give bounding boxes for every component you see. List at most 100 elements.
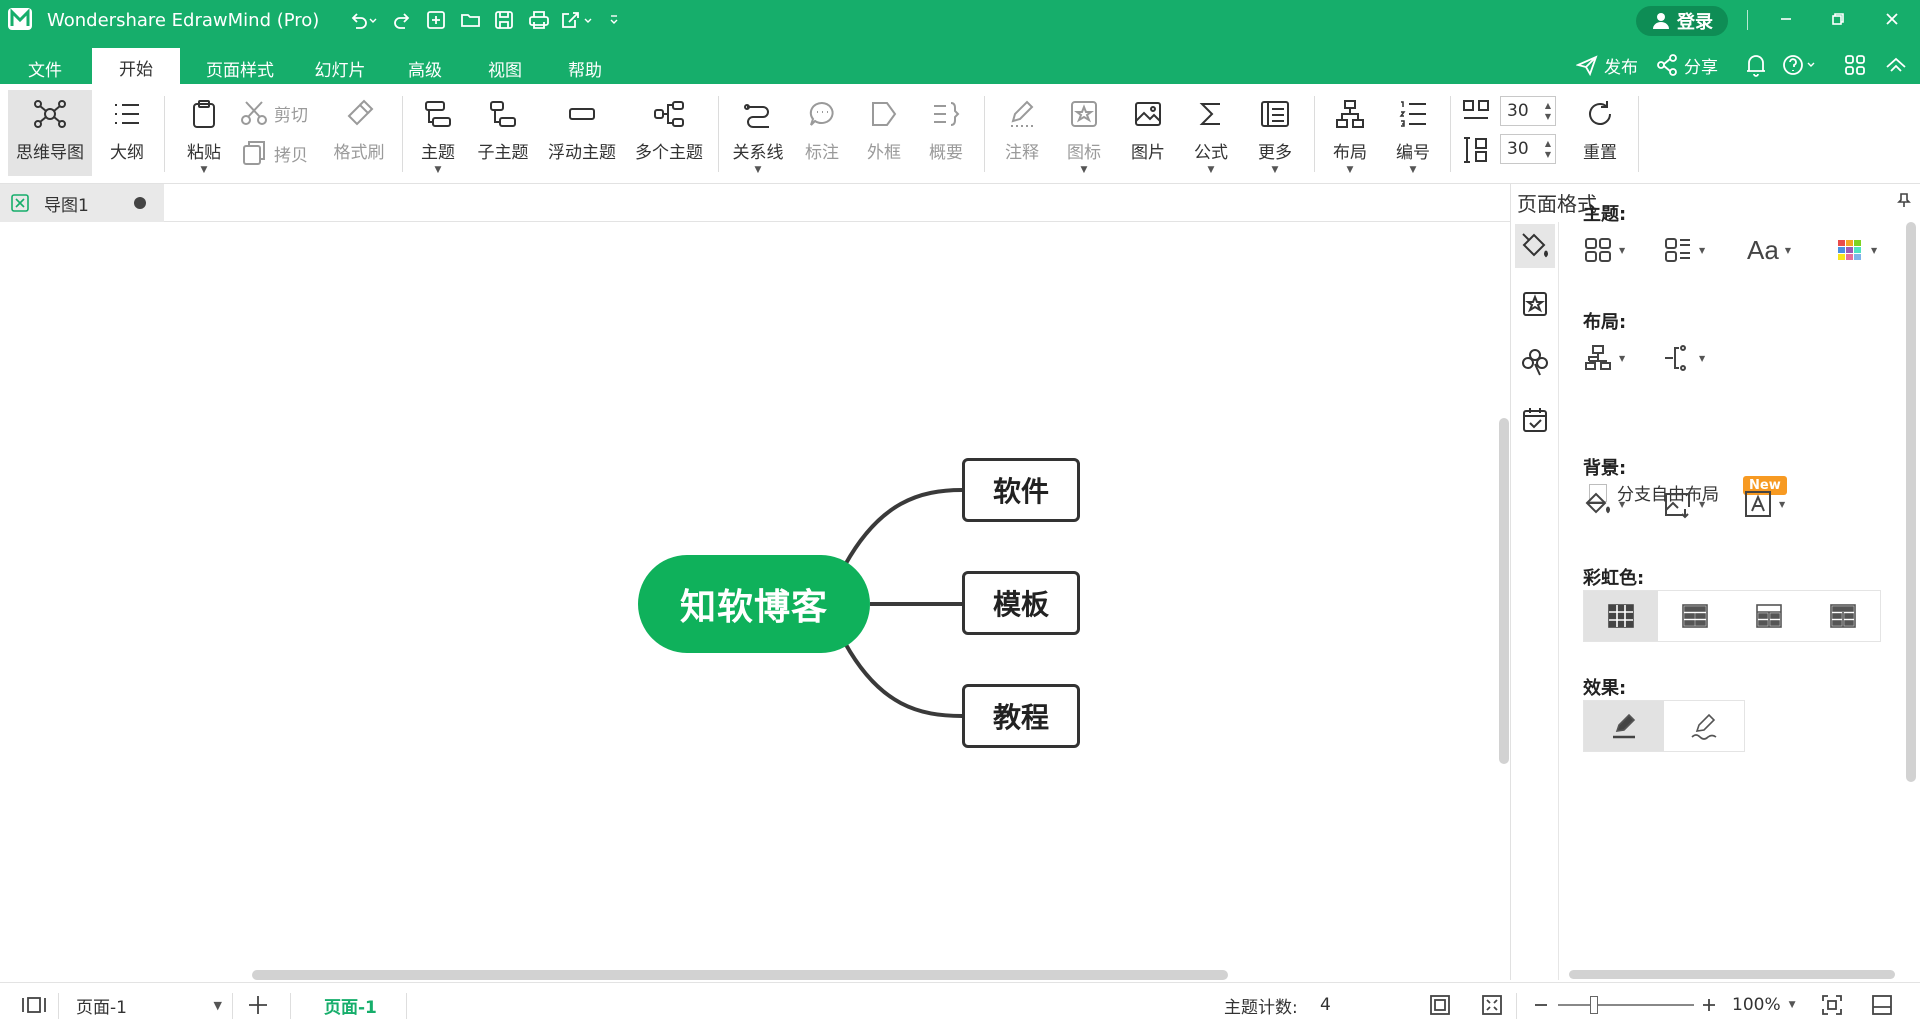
callout-button[interactable]: 标注 [796, 90, 848, 176]
theme-palette-dropdown[interactable]: ▼ [1835, 230, 1877, 270]
tab-view[interactable]: 视图 [470, 50, 540, 84]
document-tab[interactable]: 导图1 [0, 184, 164, 222]
cut-button[interactable]: 剪切 [240, 98, 308, 128]
zoom-in-button[interactable] [1700, 983, 1718, 1027]
print-button[interactable] [526, 9, 552, 31]
login-button[interactable]: 登录 [1636, 6, 1728, 36]
background-fill-dropdown[interactable]: ▼ [1583, 484, 1625, 524]
formula-button[interactable]: 公式 ▼ [1184, 90, 1238, 176]
close-button[interactable] [1874, 6, 1910, 32]
export-button[interactable] [560, 9, 600, 31]
watermark-dropdown[interactable]: ▼ [1743, 484, 1785, 524]
zoom-out-button[interactable] [1532, 983, 1550, 1027]
outline-view-button[interactable]: 大纲 [100, 90, 154, 176]
connector-style-dropdown[interactable]: ▼ [1663, 338, 1705, 378]
quick-access-customize[interactable] [606, 9, 622, 31]
relationship-button[interactable]: 关系线 ▼ [726, 90, 790, 176]
subtopic-node[interactable]: 模板 [962, 571, 1080, 635]
format-painter-button[interactable]: 格式刷 [326, 90, 392, 176]
horizontal-spacing-input[interactable]: 30 ▲ ▼ [1500, 96, 1556, 126]
help-button[interactable] [1782, 52, 1818, 78]
apps-button[interactable] [1844, 52, 1866, 78]
icon-library-tab[interactable] [1515, 282, 1555, 326]
theme-style-dropdown[interactable]: ▼ [1583, 230, 1625, 270]
background-image-dropdown[interactable]: ▼ [1663, 484, 1705, 524]
page-panel-toggle[interactable] [20, 983, 48, 1027]
zoom-level-dropdown[interactable]: 100% ▼ [1732, 983, 1796, 1027]
save-button[interactable] [492, 9, 516, 31]
scrollbar-thumb[interactable] [1499, 418, 1509, 764]
spin-down-icon[interactable]: ▼ [1545, 150, 1551, 159]
topic-button[interactable]: 主题 ▼ [412, 90, 464, 176]
add-page-button[interactable] [246, 983, 270, 1027]
open-file-button[interactable] [458, 9, 484, 31]
mindmap-view-button[interactable]: 思维导图 [8, 90, 92, 176]
tab-home[interactable]: 开始 [92, 48, 180, 84]
fullscreen-button[interactable] [1480, 983, 1504, 1027]
theme-color-dropdown[interactable]: ▼ [1663, 230, 1705, 270]
picture-button[interactable]: 图片 [1120, 90, 1176, 176]
zoom-slider[interactable] [1558, 983, 1694, 1027]
floating-topic-button[interactable]: 浮动主题 [542, 90, 622, 176]
panel-horizontal-scrollbar[interactable] [1569, 970, 1895, 979]
reset-button[interactable]: 重置 [1572, 90, 1628, 176]
collapse-ribbon-button[interactable] [1884, 52, 1908, 78]
boundary-button[interactable]: 外框 [858, 90, 910, 176]
page-tab-active[interactable]: 页面-1 [324, 983, 377, 1027]
subtopic-node[interactable]: 软件 [962, 458, 1080, 522]
publish-button[interactable]: 发布 [1576, 52, 1638, 78]
tab-slideshow[interactable]: 幻灯片 [300, 50, 380, 84]
tab-help[interactable]: 帮助 [550, 50, 620, 84]
rainbow-option[interactable] [1806, 591, 1880, 641]
layout-type-dropdown[interactable]: ▼ [1583, 338, 1625, 378]
rainbow-option[interactable] [1658, 591, 1732, 641]
theme-font-dropdown[interactable]: Aa ▼ [1747, 230, 1791, 270]
rainbow-option[interactable] [1584, 591, 1658, 641]
spin-down-icon[interactable]: ▼ [1545, 112, 1551, 121]
minimize-button[interactable] [1768, 6, 1804, 32]
spin-up-icon[interactable]: ▲ [1545, 139, 1551, 148]
copy-button[interactable]: 拷贝 [240, 138, 308, 168]
effect-section-title: 效果: [1583, 678, 1627, 699]
spin-up-icon[interactable]: ▲ [1545, 101, 1551, 110]
panel-vertical-scrollbar[interactable] [1906, 222, 1916, 782]
restore-button[interactable] [1820, 6, 1856, 32]
subtopic-button[interactable]: 子主题 [472, 90, 534, 176]
scrollbar-thumb[interactable] [252, 970, 1228, 980]
new-file-button[interactable] [424, 9, 448, 31]
rainbow-option[interactable] [1732, 591, 1806, 641]
canvas-horizontal-scrollbar[interactable] [0, 968, 1496, 982]
numbering-button[interactable]: 编号 ▼ [1386, 90, 1440, 176]
paste-button[interactable]: 粘贴 ▼ [176, 90, 232, 176]
share-button[interactable]: 分享 [1656, 52, 1718, 78]
central-topic[interactable]: 知软博客 [638, 555, 870, 653]
vertical-spacing-input[interactable]: 30 ▲ ▼ [1500, 134, 1556, 164]
fit-window-button[interactable] [1820, 983, 1844, 1027]
undo-button[interactable] [346, 9, 380, 31]
mindmap-canvas[interactable]: 知软博客 软件 模板 教程 [0, 222, 1496, 980]
more-button[interactable]: 更多 ▼ [1246, 90, 1304, 176]
tab-advanced[interactable]: 高级 [390, 50, 460, 84]
summary-button[interactable]: 概要 [920, 90, 972, 176]
canvas-vertical-scrollbar[interactable] [1496, 222, 1510, 980]
redo-button[interactable] [390, 9, 414, 31]
tab-page-style[interactable]: 页面样式 [190, 50, 290, 84]
page-format-tab[interactable] [1515, 224, 1555, 268]
subtopic-node[interactable]: 教程 [962, 684, 1080, 748]
icon-insert-button[interactable]: 图标 ▼ [1058, 90, 1110, 176]
collapse-panel-button[interactable] [1870, 983, 1894, 1027]
notification-button[interactable] [1744, 52, 1768, 78]
pin-icon[interactable] [1896, 192, 1912, 208]
multiple-topics-button[interactable]: 多个主题 [630, 90, 708, 176]
task-tab[interactable] [1515, 398, 1555, 442]
note-button[interactable]: 注释 [996, 90, 1048, 176]
tab-file[interactable]: 文件 [10, 50, 80, 84]
zoom-slider-thumb[interactable] [1590, 996, 1598, 1014]
topic-label: 主题 [421, 143, 455, 163]
clipart-tab[interactable] [1515, 340, 1555, 384]
effect-option-handdrawn[interactable] [1664, 701, 1744, 751]
layout-button[interactable]: 布局 ▼ [1322, 90, 1378, 176]
effect-option-normal[interactable] [1584, 701, 1664, 751]
fit-page-button[interactable] [1428, 983, 1452, 1027]
page-select[interactable]: 页面-1 ▼ [76, 983, 226, 1027]
